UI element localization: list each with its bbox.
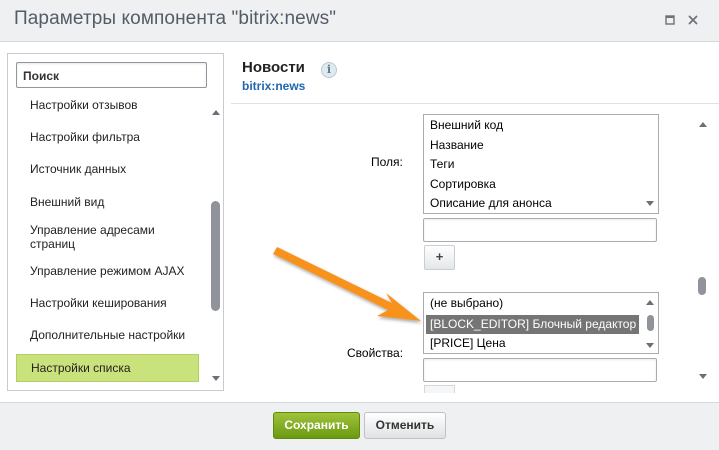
properties-option[interactable]: (не выбрано) bbox=[426, 294, 503, 313]
search-input[interactable]: Поиск bbox=[16, 62, 207, 88]
sidebar-item-reviews[interactable]: Настройки отзывов bbox=[16, 98, 199, 112]
info-icon[interactable]: i bbox=[321, 62, 337, 78]
settings-nav: Настройки отзывов Настройки фильтра Исто… bbox=[16, 92, 209, 388]
search-placeholder: Поиск bbox=[23, 69, 60, 83]
fields-option[interactable]: Теги bbox=[426, 155, 454, 174]
properties-option-selected[interactable]: [BLOCK_EDITOR] Блочный редактор bbox=[426, 315, 639, 334]
fields-option[interactable]: Внешний код bbox=[426, 116, 503, 135]
sidebar-item-ajax[interactable]: Управление режимом AJAX bbox=[16, 264, 199, 278]
fields-add-button[interactable]: + bbox=[424, 245, 455, 270]
settings-sidebar: Поиск Настройки отзывов Настройки фильтр… bbox=[7, 53, 224, 391]
content-scroll-up-icon[interactable] bbox=[699, 122, 707, 127]
dialog-title: Параметры компонента "bitrix:news" bbox=[14, 8, 337, 29]
cancel-button[interactable]: Отменить bbox=[364, 412, 446, 439]
save-button[interactable]: Сохранить bbox=[273, 412, 360, 439]
sidebar-scrollbar[interactable] bbox=[211, 106, 220, 386]
sidebar-scroll-thumb[interactable] bbox=[211, 201, 220, 311]
component-code: bitrix:news bbox=[242, 79, 306, 93]
fields-option[interactable]: Название bbox=[426, 136, 484, 155]
content-scrollbar[interactable] bbox=[698, 118, 707, 384]
fields-label: Поля: bbox=[371, 155, 403, 169]
properties-add-button[interactable] bbox=[424, 385, 455, 393]
content-scroll-thumb[interactable] bbox=[698, 277, 706, 295]
scroll-down-arrow-icon[interactable] bbox=[212, 376, 220, 381]
maximize-icon[interactable] bbox=[662, 12, 678, 28]
fields-custom-input[interactable] bbox=[423, 218, 657, 242]
properties-label: Свойства: bbox=[347, 346, 404, 360]
sidebar-item-url-management[interactable]: Управление адресами страниц bbox=[16, 223, 166, 251]
sidebar-item-list-settings[interactable]: Настройки списка bbox=[16, 354, 199, 382]
scroll-up-arrow-icon[interactable] bbox=[212, 110, 220, 115]
content-scroll-down-icon[interactable] bbox=[699, 374, 707, 379]
sidebar-item-appearance[interactable]: Внешний вид bbox=[16, 195, 199, 209]
sidebar-item-data-source[interactable]: Источник данных bbox=[16, 162, 199, 176]
fields-option[interactable]: Сортировка bbox=[426, 175, 496, 194]
properties-option[interactable]: [PRICE] Цена bbox=[426, 334, 506, 353]
fields-option[interactable]: Описание для анонса bbox=[426, 194, 552, 213]
properties-scroll-thumb[interactable] bbox=[647, 315, 654, 331]
component-title: Новости bbox=[242, 59, 305, 76]
sidebar-item-additional[interactable]: Дополнительные настройки bbox=[16, 328, 199, 342]
properties-custom-input[interactable] bbox=[423, 358, 657, 382]
properties-scroll-down-icon[interactable] bbox=[646, 343, 654, 348]
fields-multiselect[interactable]: Внешний код Название Теги Сортировка Опи… bbox=[423, 114, 659, 214]
fields-scroll-down-icon[interactable] bbox=[646, 201, 654, 206]
header-divider bbox=[231, 103, 719, 104]
properties-scroll-up-icon[interactable] bbox=[646, 300, 654, 305]
close-icon[interactable] bbox=[685, 12, 701, 28]
sidebar-item-filter[interactable]: Настройки фильтра bbox=[16, 130, 199, 144]
component-params-dialog: Параметры компонента "bitrix:news" Поиск… bbox=[0, 0, 719, 450]
dialog-titlebar[interactable]: Параметры компонента "bitrix:news" bbox=[0, 0, 719, 42]
sidebar-item-caching[interactable]: Настройки кеширования bbox=[16, 296, 199, 310]
properties-multiselect[interactable]: (не выбрано) [BLOCK_EDITOR] Блочный реда… bbox=[423, 292, 659, 354]
